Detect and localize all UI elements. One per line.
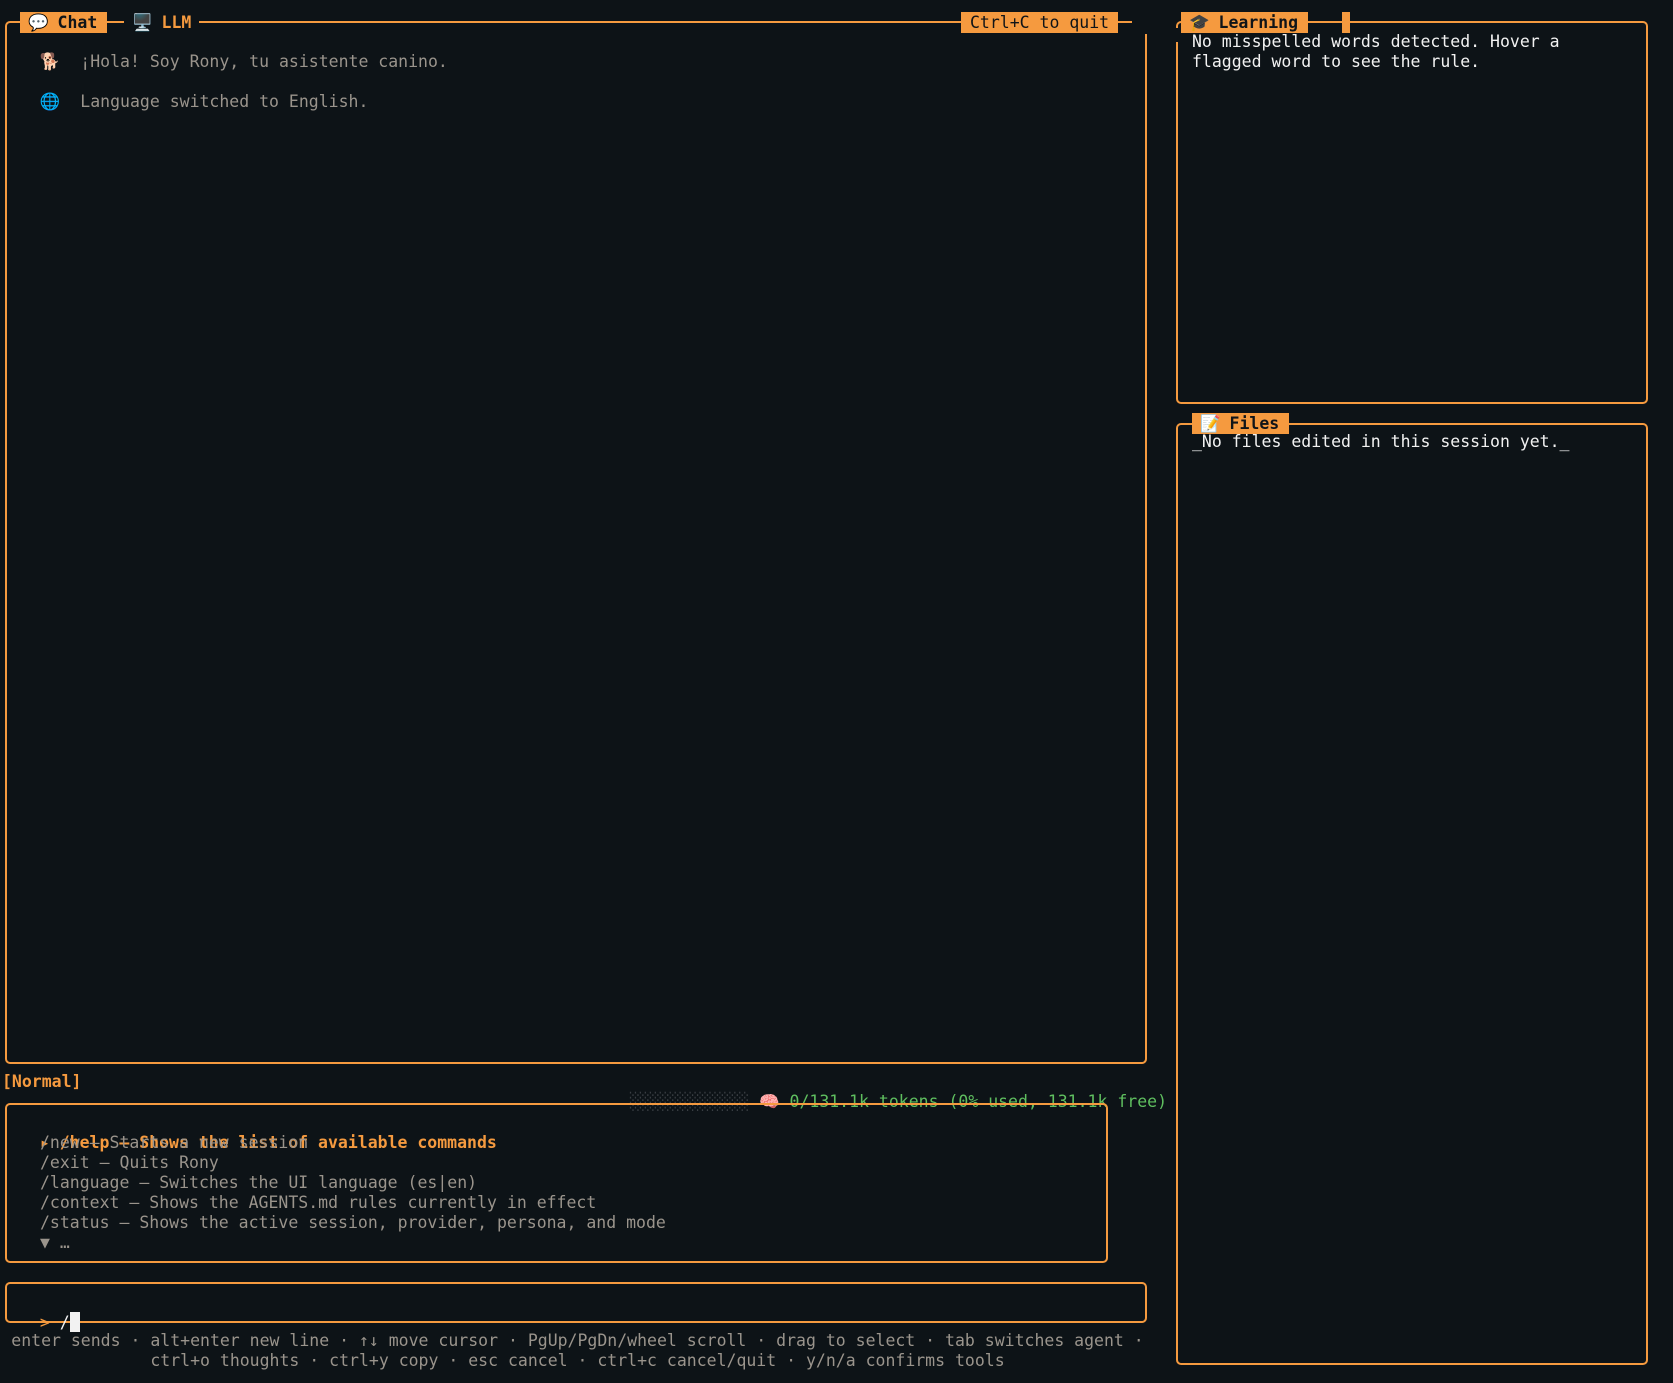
mode-indicator: [Normal] bbox=[2, 1072, 82, 1091]
memo-icon: 📝 bbox=[1200, 414, 1221, 433]
graduation-cap-icon: 🎓 bbox=[1189, 13, 1210, 32]
command-item-context[interactable]: /context — Shows the AGENTS.md rules cur… bbox=[40, 1193, 596, 1213]
learning-panel bbox=[1176, 21, 1648, 404]
keyboard-hints-line-2: ctrl+o thoughts · ctrl+y copy · esc canc… bbox=[150, 1351, 1005, 1370]
desktop-computer-icon: 🖥️ bbox=[132, 13, 153, 32]
tab-chat-label: Chat bbox=[57, 13, 98, 32]
files-empty-message: _No files edited in this session yet._ bbox=[1192, 432, 1570, 451]
message-input-box[interactable] bbox=[5, 1282, 1147, 1323]
more-commands-indicator[interactable]: ▼ … bbox=[40, 1233, 70, 1253]
command-item-status[interactable]: /status — Shows the active session, prov… bbox=[40, 1213, 666, 1233]
tab-files-label: Files bbox=[1229, 414, 1280, 433]
learning-panel-border-gap bbox=[1162, 28, 1182, 42]
learning-tab-marker bbox=[1342, 12, 1350, 33]
chat-message: 🌐 Language switched to English. bbox=[20, 72, 369, 112]
tab-llm-label: LLM bbox=[161, 13, 192, 32]
speech-bubble-icon: 💬 bbox=[28, 13, 49, 32]
prompt-icon: > bbox=[39, 1313, 50, 1332]
chat-panel[interactable] bbox=[5, 21, 1147, 1064]
chat-message-text: ¡Hola! Soy Rony, tu asistente canino. bbox=[80, 52, 448, 71]
tab-learning[interactable]: 🎓 Learning bbox=[1181, 12, 1309, 33]
command-item-exit[interactable]: /exit — Quits Rony bbox=[40, 1153, 219, 1173]
message-input[interactable]: > / bbox=[20, 1292, 80, 1333]
dog-icon: 🐕 bbox=[39, 52, 61, 71]
tab-llm[interactable]: 🖥️ LLM bbox=[124, 12, 200, 33]
chat-panel-border-gap bbox=[1132, 19, 1150, 34]
input-value: / bbox=[59, 1313, 70, 1332]
learning-message: No misspelled words detected. Hover a bbox=[1192, 32, 1560, 51]
globe-icon: 🌐 bbox=[39, 92, 61, 111]
keyboard-hints-line-1: enter sends · alt+enter new line · ↑↓ mo… bbox=[11, 1331, 1144, 1350]
tab-chat[interactable]: 💬 Chat bbox=[20, 12, 108, 33]
tab-learning-label: Learning bbox=[1218, 13, 1299, 32]
text-cursor bbox=[69, 1312, 80, 1332]
learning-message: flagged word to see the rule. bbox=[1192, 52, 1481, 71]
command-item-new[interactable]: /new — Starts a new session bbox=[40, 1133, 308, 1153]
tab-files[interactable]: 📝 Files bbox=[1192, 413, 1290, 434]
files-panel bbox=[1176, 423, 1648, 1365]
chat-message: 🐕 ¡Hola! Soy Rony, tu asistente canino. bbox=[20, 32, 448, 72]
command-item-language[interactable]: /language — Switches the UI language (es… bbox=[40, 1173, 477, 1193]
chat-message-text: Language switched to English. bbox=[80, 92, 369, 111]
quit-hint: Ctrl+C to quit bbox=[961, 12, 1119, 33]
